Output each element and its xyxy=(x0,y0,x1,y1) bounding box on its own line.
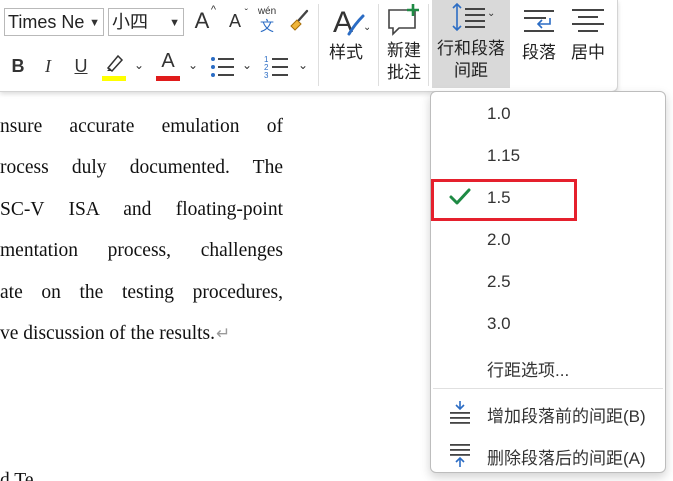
paragraph-mark-icon: ↵ xyxy=(216,324,231,343)
line-spacing-label-1: 行和段落 xyxy=(437,39,505,58)
format-painter-icon xyxy=(290,9,309,31)
document-last-line: ve discussion of the results.↵ xyxy=(0,323,283,345)
line-paragraph-spacing-button[interactable]: ⌄ 行和段落 间距 xyxy=(432,2,510,88)
center-align-button[interactable]: 居中 xyxy=(564,4,612,86)
font-name-select[interactable]: Times Ne ▼ xyxy=(4,8,104,36)
new-comment-icon xyxy=(388,4,419,36)
shrink-font-label: A xyxy=(228,11,241,31)
spacing-option-label: 2.0 xyxy=(487,230,511,249)
menu-separator xyxy=(433,388,663,389)
align-center-icon xyxy=(572,9,604,32)
shrink-font-button[interactable]: Aˇ xyxy=(224,8,248,37)
highlight-button[interactable] xyxy=(100,52,128,82)
more-options-label: 行距选项... xyxy=(487,361,570,380)
font-color-swatch xyxy=(156,76,180,81)
pinyin-char: 文 xyxy=(260,18,274,34)
styles-label: 样式 xyxy=(329,43,363,62)
font-size-select[interactable]: 小四 ▼ xyxy=(108,8,184,36)
paragraph-icon xyxy=(524,10,554,32)
underline-button[interactable]: U xyxy=(70,56,92,80)
chevron-down-icon[interactable]: ▼ xyxy=(89,10,100,35)
spacing-option-2-0[interactable]: 2.0 xyxy=(431,220,665,260)
font-color-label: A xyxy=(161,50,175,72)
phonetic-guide-button[interactable]: wén 文 xyxy=(254,6,280,38)
svg-text:⌄: ⌄ xyxy=(363,22,369,33)
document-line: d Te xyxy=(0,470,34,481)
numbering-button[interactable]: 1 2 3 xyxy=(262,54,292,82)
format-painter-button[interactable] xyxy=(286,8,312,36)
caret-up-icon: ^ xyxy=(210,4,216,16)
add-space-before-label: 增加段落前的间距(B) xyxy=(487,407,646,426)
annotation-highlight-box xyxy=(431,179,577,221)
chevron-down-icon[interactable]: ⌄ xyxy=(132,58,146,78)
document-line: ve discussion of the results. xyxy=(0,323,216,344)
chevron-down-icon[interactable]: ⌄ xyxy=(296,58,310,78)
chevron-down-icon[interactable]: ⌄ xyxy=(240,58,254,78)
spacing-option-2-5[interactable]: 2.5 xyxy=(431,262,665,302)
line-spacing-label-2: 间距 xyxy=(454,61,488,80)
new-comment-button[interactable]: 新建 批注 xyxy=(382,4,426,88)
svg-text:3: 3 xyxy=(264,71,269,80)
highlight-color-swatch xyxy=(102,76,126,81)
document-line: mentation process, challenges xyxy=(0,240,283,261)
ribbon-toolbar: Times Ne ▼ 小四 ▼ A ^ Aˇ wén 文 B I U ⌄ A ⌄… xyxy=(0,0,618,92)
line-spacing-icon: ⌄ xyxy=(452,2,495,32)
bullets-button[interactable] xyxy=(208,54,238,82)
grow-font-label: A xyxy=(194,8,210,33)
add-space-before-icon xyxy=(450,401,470,424)
spacing-option-3-0[interactable]: 3.0 xyxy=(431,304,665,344)
paragraph-label: 段落 xyxy=(522,43,556,62)
font-name-value: Times Ne xyxy=(8,12,85,32)
new-comment-label-2: 批注 xyxy=(387,63,421,82)
pinyin-label: wén xyxy=(257,6,277,17)
chevron-down-icon[interactable]: ▼ xyxy=(169,10,180,36)
caret-down-small-icon: ˇ xyxy=(244,8,248,19)
document-line: ate on the testing procedures, xyxy=(0,282,283,303)
chevron-down-icon[interactable]: ⌄ xyxy=(186,58,200,78)
paragraph-button[interactable]: 段落 xyxy=(516,4,562,86)
spacing-option-label: 3.0 xyxy=(487,314,511,333)
remove-space-after-item[interactable]: 删除段落后的间距(A) xyxy=(431,434,665,474)
add-space-before-item[interactable]: 增加段落前的间距(B) xyxy=(431,392,665,432)
spacing-option-1-15[interactable]: 1.15 xyxy=(431,136,665,176)
grow-font-button[interactable]: A ^ xyxy=(190,4,216,36)
remove-space-after-label: 删除段落后的间距(A) xyxy=(487,449,646,468)
new-comment-label-1: 新建 xyxy=(387,41,421,60)
styles-button[interactable]: A ⌄ 样式 xyxy=(324,4,374,86)
svg-text:⌄: ⌄ xyxy=(487,8,495,19)
center-label: 居中 xyxy=(571,43,605,62)
ribbon-separator xyxy=(318,4,319,86)
line-spacing-options-item[interactable]: 行距选项... xyxy=(431,346,665,386)
ribbon-separator xyxy=(428,4,429,86)
document-line: rocess duly documented. The xyxy=(0,157,283,178)
numbered-list-icon: 1 2 3 xyxy=(264,55,288,80)
remove-space-after-icon xyxy=(450,444,470,467)
bold-button[interactable]: B xyxy=(8,56,28,80)
italic-button[interactable]: I xyxy=(38,56,58,80)
spacing-option-label: 1.15 xyxy=(487,146,521,165)
ribbon-separator xyxy=(378,4,379,86)
bullet-list-icon xyxy=(211,57,234,77)
spacing-option-label: 2.5 xyxy=(487,272,511,291)
line-spacing-menu: 1.0 1.15 1.5 2.0 2.5 3.0 行距选项... 增加段落前的间… xyxy=(430,91,666,473)
document-line: SC-V ISA and floating-point xyxy=(0,199,283,220)
font-size-value: 小四 xyxy=(112,12,148,32)
spacing-option-label: 1.0 xyxy=(487,104,511,123)
font-color-button[interactable]: A xyxy=(154,50,182,82)
spacing-option-1-0[interactable]: 1.0 xyxy=(431,94,665,134)
styles-icon: A ⌄ xyxy=(333,6,371,39)
highlighter-icon xyxy=(106,54,124,73)
document-line: nsure accurate emulation of xyxy=(0,116,283,137)
